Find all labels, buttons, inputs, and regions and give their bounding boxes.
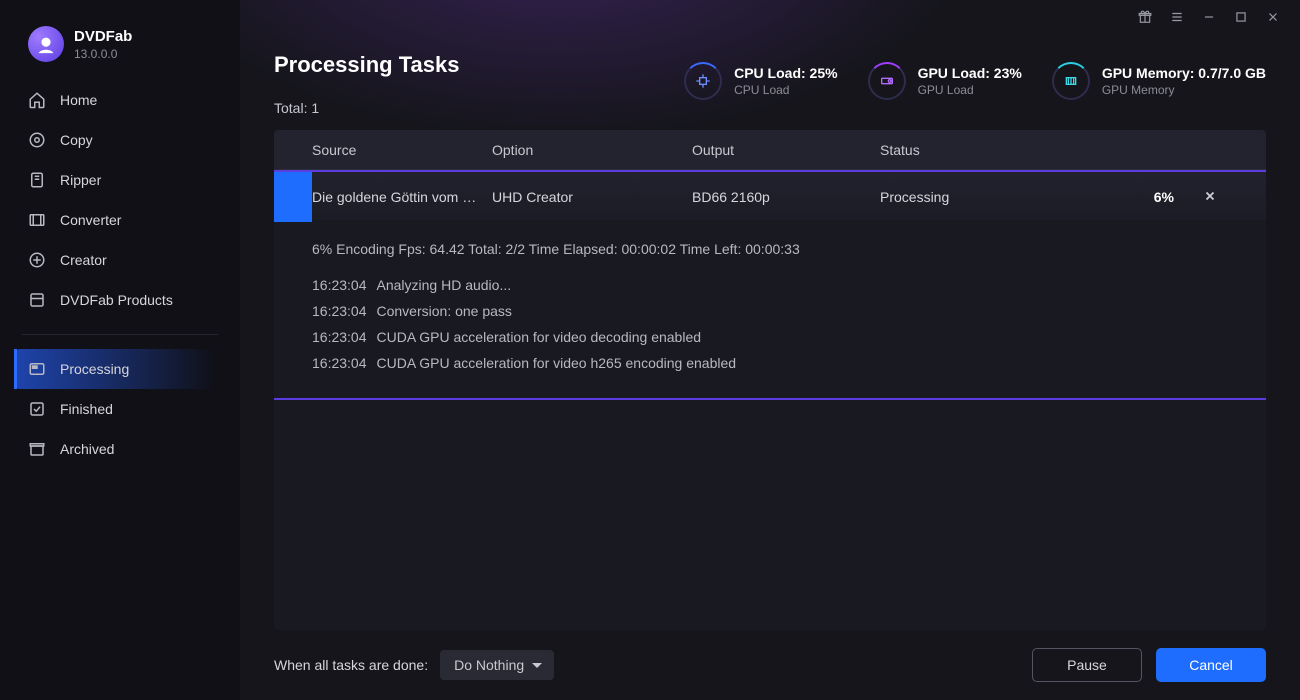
task-source: Die goldene Göttin vom … [312, 189, 492, 205]
page-title: Processing Tasks [274, 52, 459, 78]
sidebar-item-label: Processing [60, 361, 129, 377]
maximize-button[interactable] [1234, 10, 1248, 24]
task-row[interactable]: Die goldene Göttin vom … UHD Creator BD6… [274, 170, 1266, 220]
app-logo: DVDFab 13.0.0.0 [14, 26, 226, 62]
sidebar-item-archived[interactable]: Archived [14, 429, 226, 469]
task-percent: 6% [1120, 189, 1180, 205]
main-area: Processing Tasks Total: 1 CPU Load: 25% … [240, 0, 1300, 700]
log-line: 16:23:04CUDA GPU acceleration for video … [312, 350, 1228, 376]
sidebar-item-label: DVDFab Products [60, 292, 173, 308]
gpu-memory-stat: GPU Memory: 0.7/7.0 GB GPU Memory [1052, 62, 1266, 100]
cpu-load-stat: CPU Load: 25% CPU Load [684, 62, 837, 100]
cancel-button[interactable]: Cancel [1156, 648, 1266, 682]
sidebar: DVDFab 13.0.0.0 Home Copy Ripper Convert… [0, 0, 240, 700]
window-titlebar [240, 0, 1300, 34]
col-option: Option [492, 142, 692, 158]
log-line: 16:23:04CUDA GPU acceleration for video … [312, 324, 1228, 350]
sidebar-item-home[interactable]: Home [14, 80, 226, 120]
sidebar-item-processing[interactable]: Processing [14, 349, 226, 389]
cpu-load-value: CPU Load: 25% [734, 65, 837, 81]
converter-icon [28, 211, 46, 229]
products-icon [28, 291, 46, 309]
gift-icon[interactable] [1138, 10, 1152, 24]
sidebar-item-products[interactable]: DVDFab Products [14, 280, 226, 320]
progress-line: 6% Encoding Fps: 64.42 Total: 2/2 Time E… [312, 236, 1228, 262]
finished-icon [28, 400, 46, 418]
task-log: 6% Encoding Fps: 64.42 Total: 2/2 Time E… [274, 220, 1266, 400]
menu-icon[interactable] [1170, 10, 1184, 24]
task-output: BD66 2160p [692, 189, 880, 205]
archived-icon [28, 440, 46, 458]
log-line: 16:23:04Conversion: one pass [312, 298, 1228, 324]
copy-icon [28, 131, 46, 149]
sidebar-item-ripper[interactable]: Ripper [14, 160, 226, 200]
task-remove-button[interactable] [1180, 189, 1240, 206]
home-icon [28, 91, 46, 109]
sidebar-divider [22, 334, 218, 335]
sidebar-item-label: Home [60, 92, 97, 108]
gpu-load-value: GPU Load: 23% [918, 65, 1022, 81]
app-version: 13.0.0.0 [74, 47, 132, 61]
creator-icon [28, 251, 46, 269]
task-status: Processing [880, 189, 1120, 205]
col-status: Status [880, 142, 1120, 158]
sidebar-item-converter[interactable]: Converter [14, 200, 226, 240]
footer-bar: When all tasks are done: Do Nothing Paus… [240, 630, 1300, 700]
after-tasks-label: When all tasks are done: [274, 657, 428, 673]
gpu-load-label: GPU Load [918, 83, 1022, 97]
system-stats: CPU Load: 25% CPU Load GPU Load: 23% GPU… [684, 62, 1266, 100]
task-active-marker [274, 172, 312, 222]
sidebar-item-label: Archived [60, 441, 114, 457]
task-option: UHD Creator [492, 189, 692, 205]
gpu-ring-icon [868, 62, 906, 100]
cpu-load-label: CPU Load [734, 83, 837, 97]
sidebar-item-label: Finished [60, 401, 113, 417]
col-source: Source [312, 142, 492, 158]
sidebar-item-copy[interactable]: Copy [14, 120, 226, 160]
sidebar-item-label: Ripper [60, 172, 101, 188]
gpu-load-stat: GPU Load: 23% GPU Load [868, 62, 1022, 100]
gpu-memory-value: GPU Memory: 0.7/7.0 GB [1102, 65, 1266, 81]
close-icon [1203, 189, 1217, 203]
log-line: 16:23:04Analyzing HD audio... [312, 272, 1228, 298]
sidebar-item-label: Copy [60, 132, 93, 148]
cpu-ring-icon [684, 62, 722, 100]
sidebar-item-label: Converter [60, 212, 121, 228]
close-window-button[interactable] [1266, 10, 1280, 24]
after-tasks-select[interactable]: Do Nothing [440, 650, 554, 680]
processing-icon [28, 360, 46, 378]
sidebar-item-label: Creator [60, 252, 107, 268]
logo-icon [28, 26, 64, 62]
tasks-table: Source Option Output Status Die goldene … [274, 130, 1266, 630]
ripper-icon [28, 171, 46, 189]
table-header-row: Source Option Output Status [274, 130, 1266, 170]
after-tasks-value: Do Nothing [454, 657, 524, 673]
sidebar-item-creator[interactable]: Creator [14, 240, 226, 280]
pause-button[interactable]: Pause [1032, 648, 1142, 682]
col-output: Output [692, 142, 880, 158]
sidebar-item-finished[interactable]: Finished [14, 389, 226, 429]
app-name: DVDFab [74, 28, 132, 45]
memory-ring-icon [1052, 62, 1090, 100]
gpu-memory-label: GPU Memory [1102, 83, 1266, 97]
minimize-button[interactable] [1202, 10, 1216, 24]
total-count: Total: 1 [274, 100, 459, 116]
